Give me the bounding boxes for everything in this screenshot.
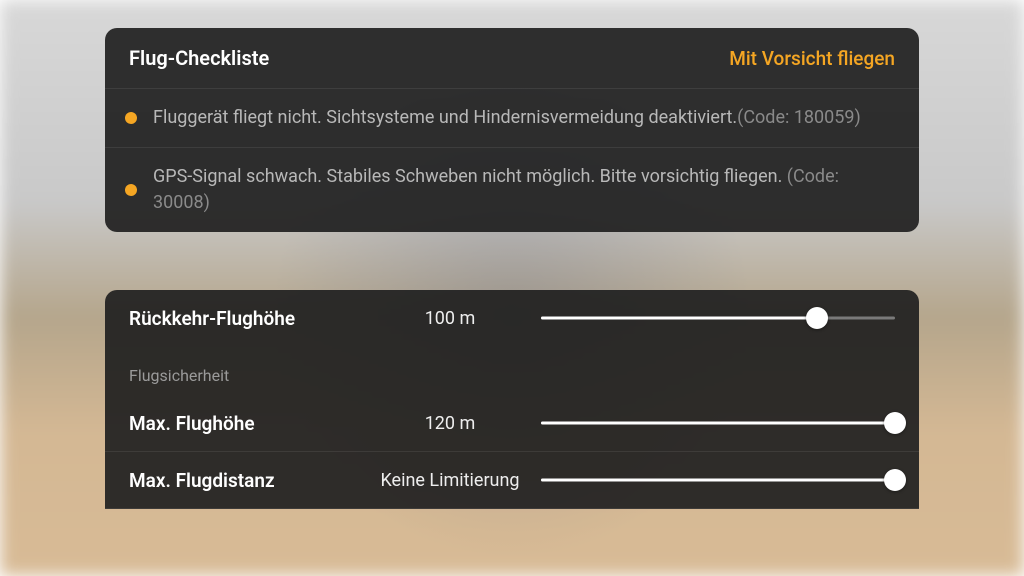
- checklist-title: Flug-Checkliste: [129, 46, 269, 70]
- warning-row[interactable]: GPS-Signal schwach. Stabiles Schweben ni…: [105, 148, 919, 232]
- slider-thumb[interactable]: [884, 412, 906, 434]
- warning-dot-icon: [125, 184, 137, 196]
- max-altitude-row: Max. Flughöhe 120 m: [105, 395, 919, 451]
- max-altitude-slider[interactable]: [541, 411, 895, 435]
- rth-altitude-label: Rückkehr-Flughöhe: [129, 307, 359, 330]
- rth-altitude-slider[interactable]: [541, 306, 895, 330]
- slider-thumb[interactable]: [884, 469, 906, 491]
- max-distance-row: Max. Flugdistanz Keine Limitierung: [105, 452, 919, 508]
- slider-fill: [541, 422, 895, 425]
- max-distance-label: Max. Flugdistanz: [129, 469, 359, 492]
- max-distance-slider[interactable]: [541, 468, 895, 492]
- slider-fill: [541, 479, 895, 482]
- checklist-titlebar: Flug-Checkliste Mit Vorsicht fliegen: [105, 28, 919, 88]
- flight-checklist-panel: Flug-Checkliste Mit Vorsicht fliegen Flu…: [105, 28, 919, 232]
- flight-settings-panel: Rückkehr-Flughöhe 100 m Flugsicherheit M…: [105, 290, 919, 509]
- flight-status-text[interactable]: Mit Vorsicht fliegen: [729, 47, 895, 70]
- warning-row[interactable]: Fluggerät fliegt nicht. Sichtsysteme und…: [105, 89, 919, 147]
- max-altitude-label: Max. Flughöhe: [129, 412, 359, 435]
- slider-fill: [541, 317, 817, 320]
- slider-thumb[interactable]: [806, 307, 828, 329]
- warning-text: GPS-Signal schwach. Stabiles Schweben ni…: [153, 164, 899, 216]
- rth-altitude-row: Rückkehr-Flughöhe 100 m: [105, 290, 919, 346]
- flight-safety-section-label: Flugsicherheit: [105, 346, 919, 395]
- max-altitude-value: 120 m: [375, 413, 525, 434]
- max-distance-value: Keine Limitierung: [375, 470, 525, 491]
- divider: [105, 508, 919, 509]
- warning-text: Fluggerät fliegt nicht. Sichtsysteme und…: [153, 105, 899, 131]
- warning-dot-icon: [125, 112, 137, 124]
- rth-altitude-value: 100 m: [375, 308, 525, 329]
